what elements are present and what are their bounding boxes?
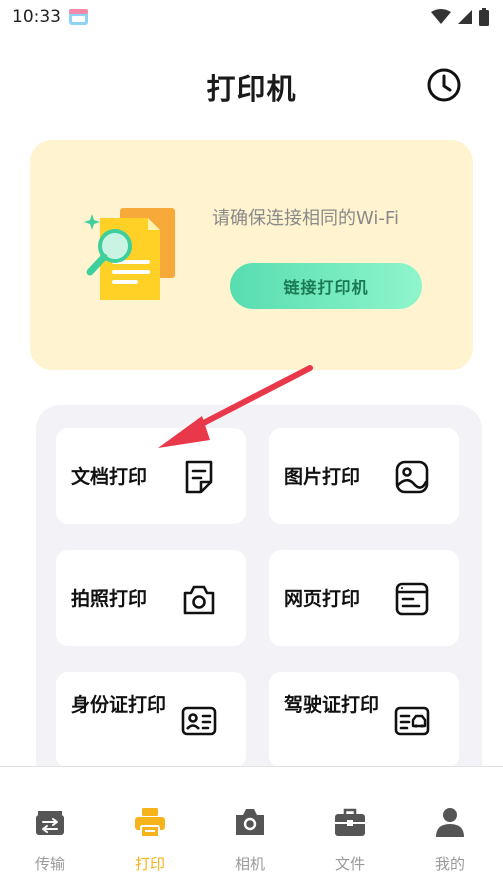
nav-label: 我的: [434, 855, 465, 873]
tile-label: 网页打印: [284, 588, 361, 610]
tile-id-card-print[interactable]: 身份证打印: [56, 672, 246, 768]
calendar-app-icon: [69, 9, 88, 25]
tile-label: 驾驶证打印: [284, 694, 380, 716]
clock-icon: [427, 68, 461, 102]
history-button[interactable]: [426, 67, 462, 103]
status-time: 10:33: [12, 7, 61, 27]
briefcase-icon: [335, 808, 365, 836]
connect-printer-button[interactable]: 链接打印机: [230, 263, 422, 309]
camera-icon: [236, 809, 264, 835]
nav-label: 传输: [34, 855, 65, 873]
camera-icon: [183, 585, 215, 615]
tile-webpage-print[interactable]: 网页打印: [269, 550, 459, 646]
image-icon: [395, 460, 429, 494]
tile-photo-print[interactable]: 拍照打印: [56, 550, 246, 646]
document-search-illustration: [84, 208, 175, 300]
nav-label: 相机: [234, 855, 265, 873]
tile-label: 拍照打印: [71, 588, 148, 610]
connect-printer-card: 请确保连接相同的Wi-Fi 链接打印机: [30, 140, 473, 370]
nav-item-print[interactable]: 打印: [100, 767, 200, 894]
nav-label: 文件: [334, 855, 365, 873]
wifi-hint-text: 请确保连接相同的Wi-Fi: [212, 208, 399, 229]
tile-label: 文档打印: [71, 466, 148, 488]
transfer-icon: [36, 811, 64, 835]
nav-item-files[interactable]: 文件: [300, 767, 400, 894]
bottom-nav: 传输 打印 相机 文件 我的: [0, 766, 503, 894]
driver-license-icon: [394, 706, 430, 736]
signal-icon: [458, 10, 472, 24]
tile-driver-license-print[interactable]: 驾驶证打印: [269, 672, 459, 768]
battery-icon: [479, 8, 489, 26]
tile-label: 身份证打印: [71, 694, 167, 716]
id-card-icon: [181, 706, 217, 736]
pointer-arrow: [158, 365, 313, 448]
printer-icon: [135, 808, 165, 838]
status-bar: 10:33: [0, 0, 503, 36]
nav-item-profile[interactable]: 我的: [400, 767, 500, 894]
nav-item-transfer[interactable]: 传输: [0, 767, 100, 894]
nav-item-camera[interactable]: 相机: [200, 767, 300, 894]
nav-label: 打印: [134, 855, 165, 873]
profile-icon: [436, 808, 464, 837]
wifi-icon: [431, 9, 451, 24]
webpage-icon: [395, 582, 429, 616]
